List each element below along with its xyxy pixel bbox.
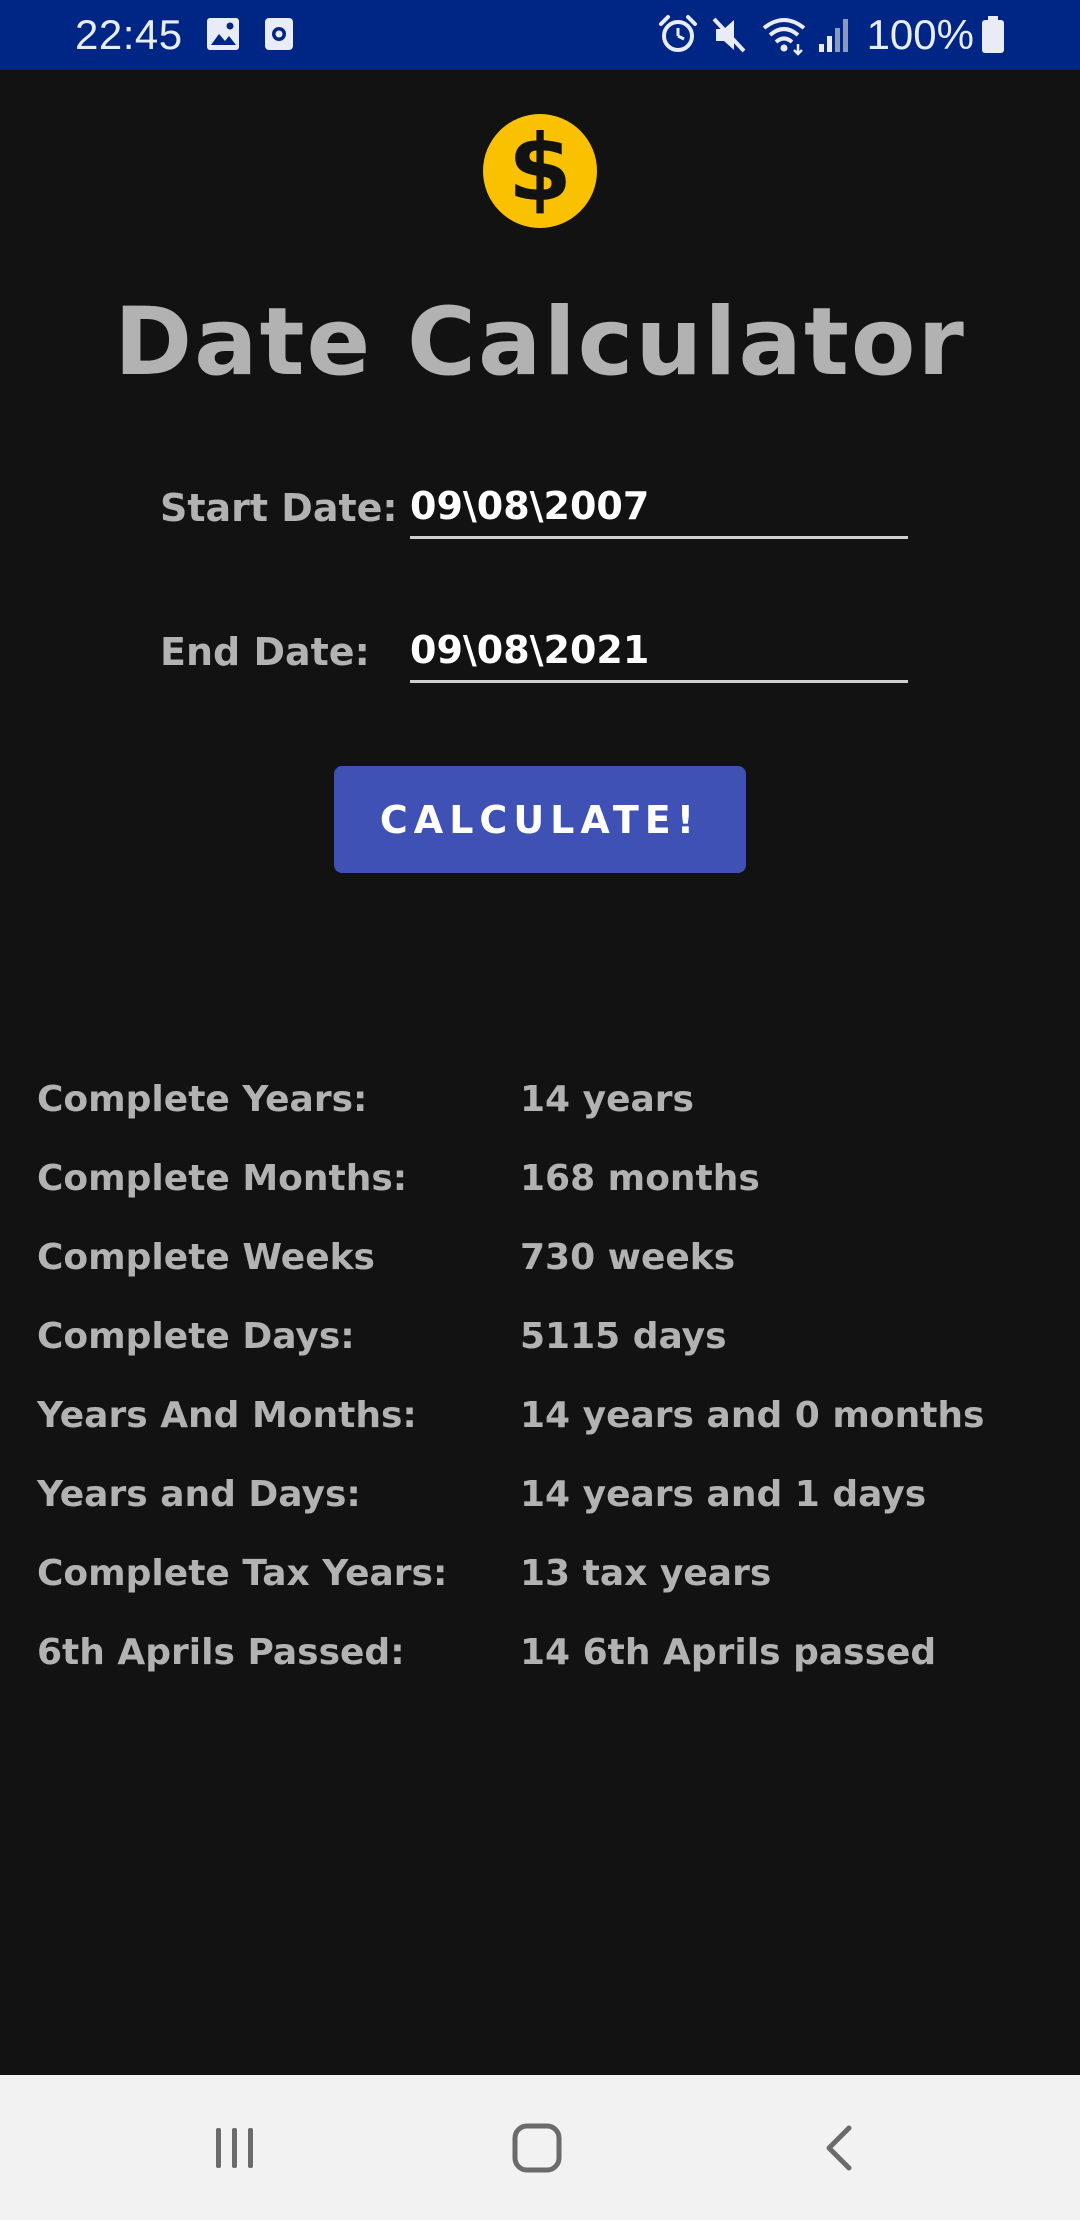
back-icon [826, 2125, 852, 2171]
battery-icon [980, 14, 1006, 60]
end-date-input[interactable] [410, 620, 908, 683]
result-label: Complete Years: [37, 1079, 368, 1120]
dollar-logo-icon: $ [483, 114, 597, 228]
result-row-complete-days: Complete Days: 5115 days [37, 1297, 1057, 1376]
alarm-icon [658, 14, 698, 60]
result-value: 730 weeks [520, 1237, 736, 1278]
result-label: Years and Days: [37, 1474, 361, 1515]
result-value: 5115 days [520, 1316, 727, 1357]
screenshot-icon [263, 14, 295, 58]
signal-icon [817, 14, 853, 60]
wifi-icon [760, 14, 808, 60]
mute-icon [710, 14, 750, 60]
result-row-tax-years: Complete Tax Years: 13 tax years [37, 1534, 1057, 1613]
status-time: 22:45 [75, 11, 183, 58]
results-list: Complete Years: 14 years Complete Months… [37, 1060, 1057, 1692]
result-row-years-and-days: Years and Days: 14 years and 1 days [37, 1455, 1057, 1534]
home-button[interactable] [492, 2110, 582, 2186]
result-label: Complete Months: [37, 1158, 408, 1199]
result-row-years-and-months: Years And Months: 14 years and 0 months [37, 1376, 1057, 1455]
result-label: Complete Days: [37, 1316, 355, 1357]
back-button[interactable] [794, 2110, 884, 2186]
result-value: 14 6th Aprils passed [520, 1632, 937, 1673]
result-value: 14 years and 1 days [520, 1474, 927, 1515]
logo-symbol: $ [507, 115, 572, 222]
calculate-button[interactable]: CALCULATE! [334, 766, 746, 873]
end-date-label: End Date: [160, 630, 370, 674]
start-date-input[interactable] [410, 476, 908, 539]
recent-apps-icon [216, 2128, 253, 2168]
result-value: 13 tax years [520, 1553, 772, 1594]
result-row-complete-months: Complete Months: 168 months [37, 1139, 1057, 1218]
result-label: Complete Weeks [37, 1237, 375, 1278]
result-label: Years And Months: [37, 1395, 417, 1436]
start-date-label: Start Date: [160, 486, 398, 530]
home-icon [512, 2123, 562, 2173]
page-title: Date Calculator [114, 288, 966, 397]
recent-apps-button[interactable] [190, 2110, 280, 2186]
result-row-aprils-passed: 6th Aprils Passed: 14 6th Aprils passed [37, 1613, 1057, 1692]
navigation-bar [0, 2075, 1080, 2220]
result-label: Complete Tax Years: [37, 1553, 448, 1594]
result-value: 14 years and 0 months [520, 1395, 985, 1436]
result-row-complete-weeks: Complete Weeks 730 weeks [37, 1218, 1057, 1297]
result-value: 14 years [520, 1079, 694, 1120]
result-label: 6th Aprils Passed: [37, 1632, 405, 1673]
result-row-complete-years: Complete Years: 14 years [37, 1060, 1057, 1139]
battery-percent: 100% [866, 11, 974, 58]
result-value: 168 months [520, 1158, 760, 1199]
image-icon [205, 14, 241, 58]
status-bar: 22:45 100% [0, 0, 1080, 70]
